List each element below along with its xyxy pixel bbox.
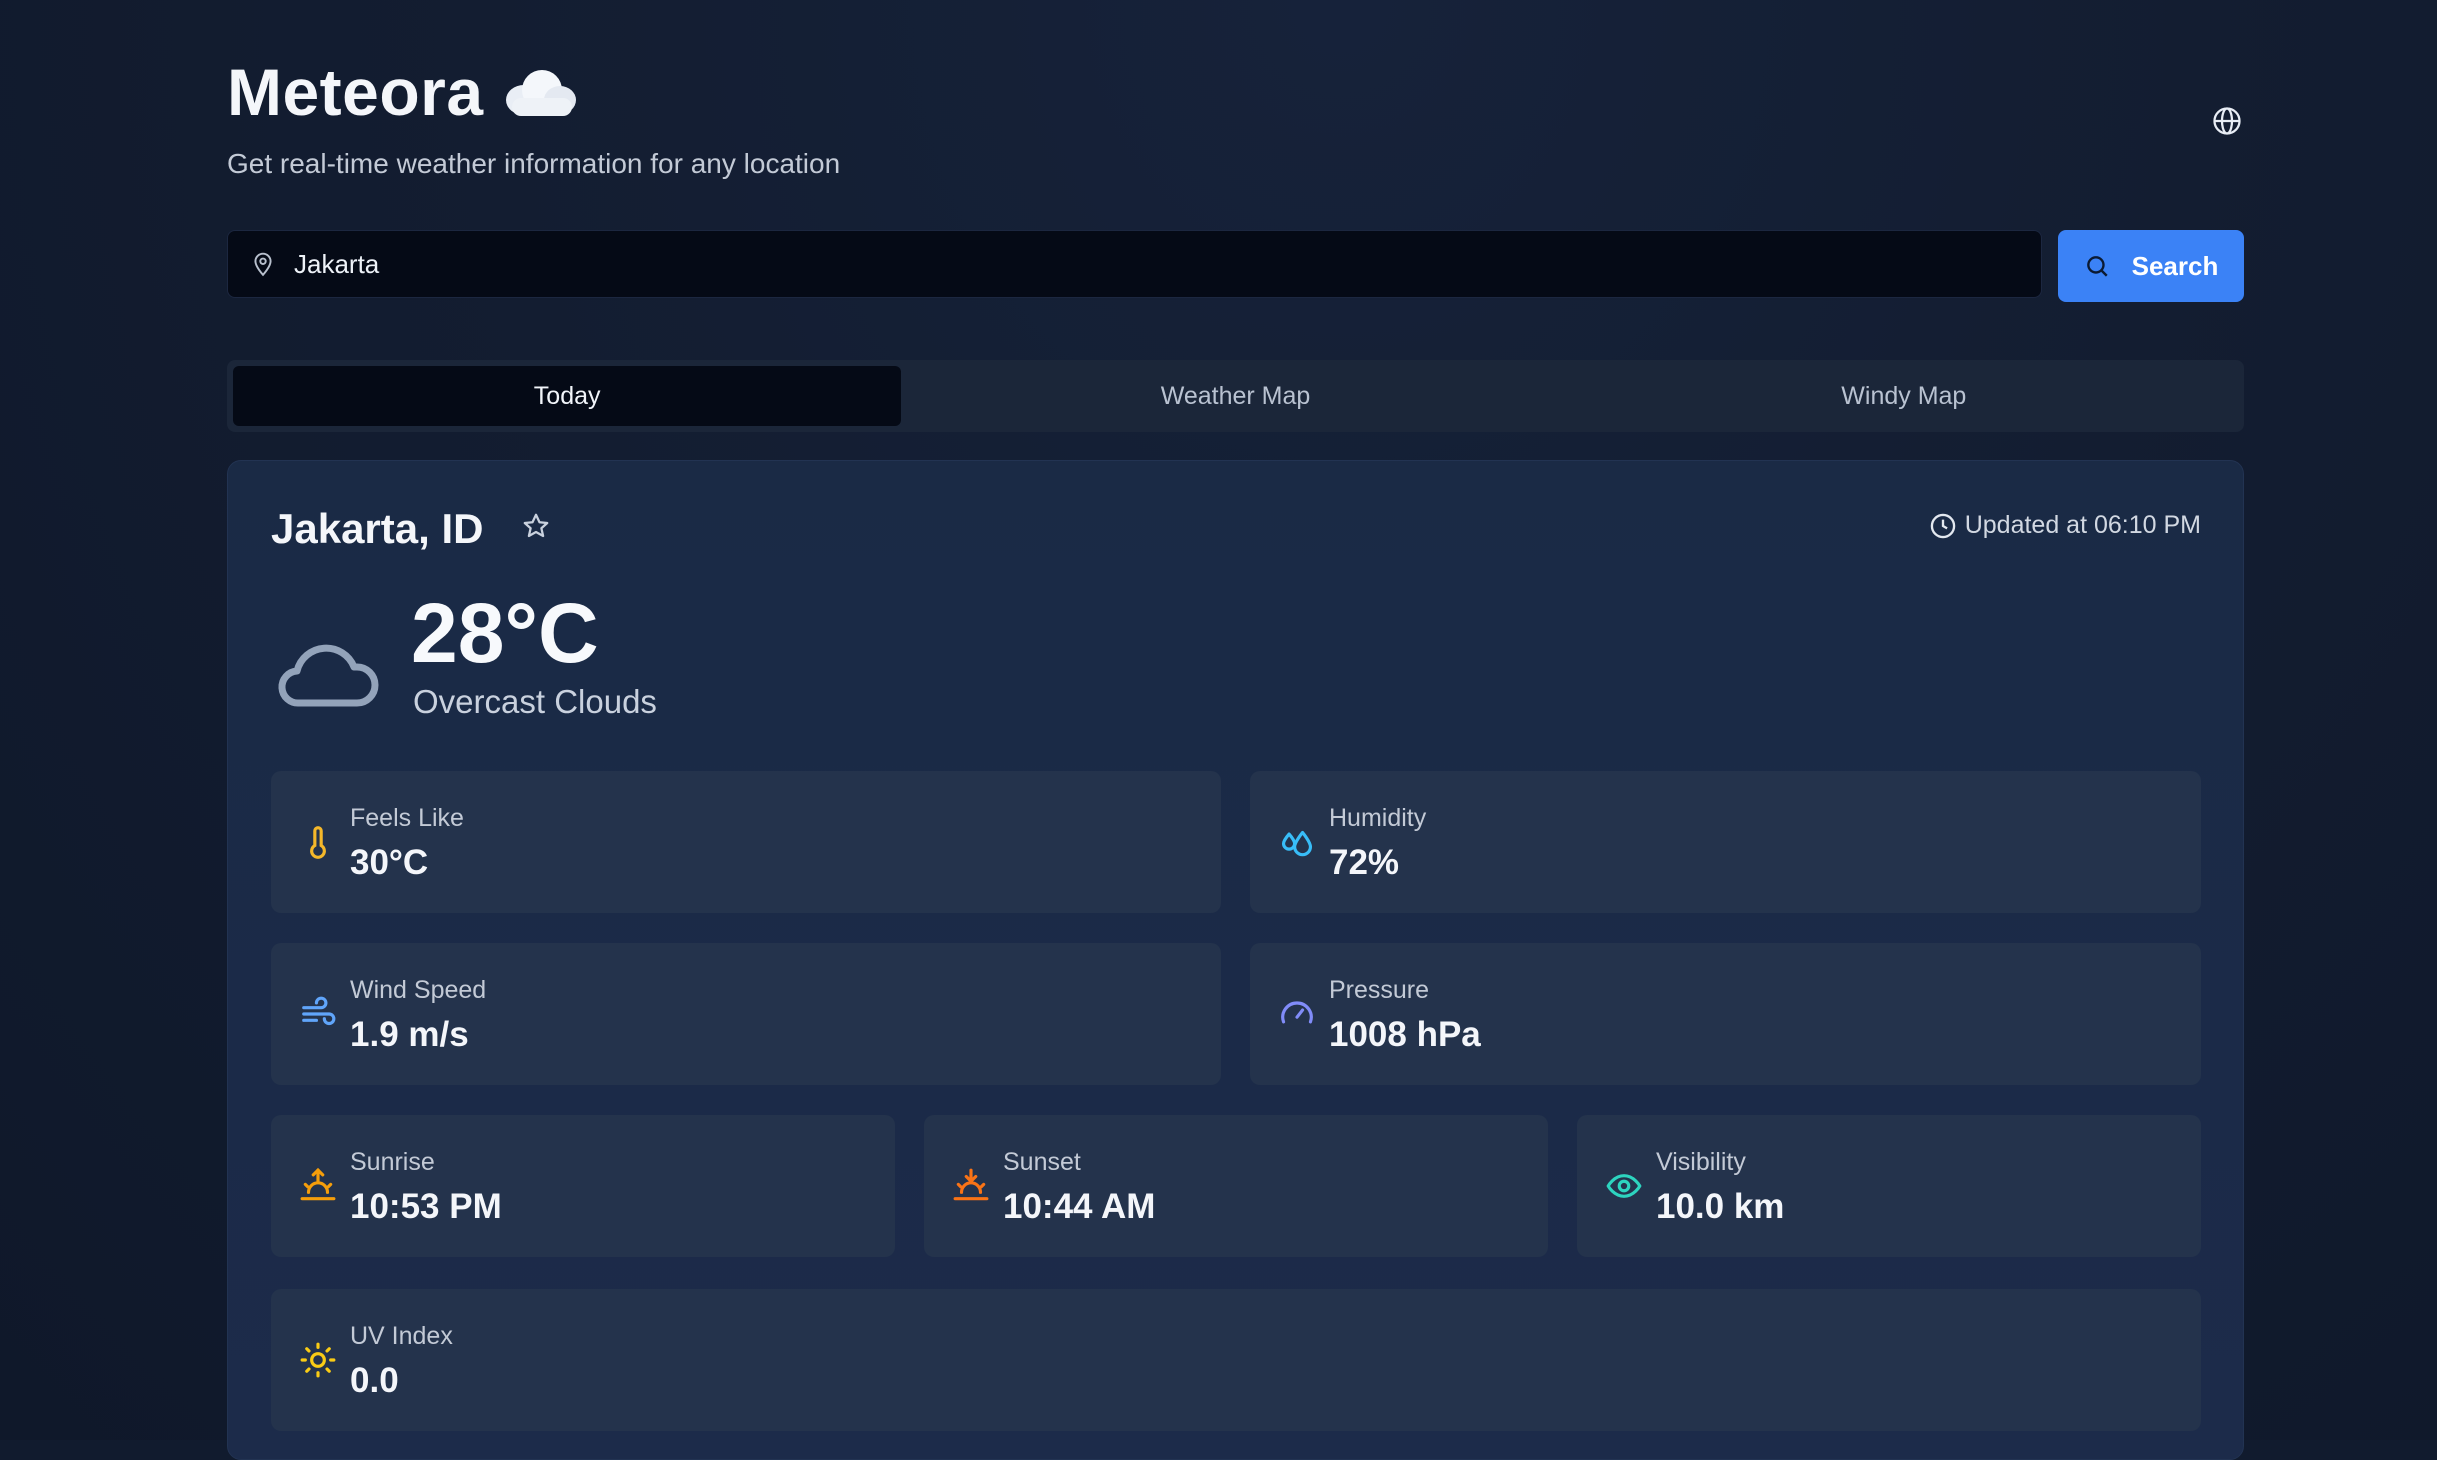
stat-label: Sunrise xyxy=(350,1148,435,1176)
search-button-label: Search xyxy=(2131,250,2219,281)
droplets-icon xyxy=(1281,830,1313,857)
city-name: Jakarta, ID xyxy=(271,505,484,552)
tab-windy-map[interactable]: Windy Map xyxy=(1570,366,2238,426)
star-icon xyxy=(523,513,549,538)
stat-label: Humidity xyxy=(1329,804,1427,832)
subtitle: Get real-time weather information for an… xyxy=(227,148,841,179)
globe-icon xyxy=(2213,107,2241,135)
stat-label: Feels Like xyxy=(350,804,464,832)
stat-value: 1008 hPa xyxy=(1329,1015,1481,1054)
stat-value: 10:44 AM xyxy=(1003,1187,1156,1226)
current-conditions: 28°C Overcast Clouds xyxy=(271,591,1171,731)
stat-humidity: Humidity 72% xyxy=(1250,771,2201,913)
eye-icon xyxy=(1606,1174,1642,1198)
clock-icon xyxy=(1930,513,1955,538)
favorite-button[interactable] xyxy=(521,511,555,545)
search-input[interactable] xyxy=(292,247,1908,281)
search-field[interactable] xyxy=(227,230,2042,298)
tab-weather-map[interactable]: Weather Map xyxy=(901,366,1569,426)
stat-value: 72% xyxy=(1329,843,1400,882)
wind-icon xyxy=(302,996,336,1026)
tab-bar: Today Weather Map Windy Map xyxy=(227,360,2244,432)
stat-label: Pressure xyxy=(1329,976,1430,1004)
map-pin-icon xyxy=(254,252,272,277)
header: Meteora Get real-time weather informatio… xyxy=(227,0,2244,200)
sunrise-icon xyxy=(300,1167,336,1201)
stat-label: Visibility xyxy=(1656,1148,1746,1176)
stat-uv-index: UV Index 0.0 xyxy=(271,1289,2201,1431)
search-icon xyxy=(2086,256,2108,277)
app-container: Meteora Get real-time weather informatio… xyxy=(227,0,2244,1460)
cloud-icon xyxy=(505,70,576,116)
stat-sunrise: Sunrise 10:53 PM xyxy=(271,1115,895,1257)
language-button[interactable] xyxy=(2210,104,2244,138)
stat-value: 30°C xyxy=(350,843,429,882)
sun-icon xyxy=(300,1342,336,1378)
stat-sunset: Sunset 10:44 AM xyxy=(924,1115,1548,1257)
stat-label: UV Index xyxy=(350,1322,453,1350)
sunset-icon xyxy=(953,1168,989,1201)
weather-card: Jakarta, ID Updated at 06:10 PM 28°C Ove… xyxy=(227,460,2244,1460)
search-row: Search xyxy=(227,230,2244,302)
stat-value: 0.0 xyxy=(350,1361,399,1400)
stat-value: 10:53 PM xyxy=(350,1187,502,1226)
updated-time: Updated at 06:10 PM xyxy=(1929,511,2201,540)
weather-description: Overcast Clouds xyxy=(413,683,657,720)
stat-feels-like: Feels Like 30°C xyxy=(271,771,1221,913)
tab-today[interactable]: Today xyxy=(233,366,902,426)
overcast-cloud-icon xyxy=(278,644,379,707)
card-header: Jakarta, ID Updated at 06:10 PM xyxy=(271,505,2201,561)
thermometer-icon xyxy=(310,826,326,859)
stat-label: Wind Speed xyxy=(350,976,487,1004)
app-title: Meteora xyxy=(227,55,484,129)
stat-pressure: Pressure 1008 hPa xyxy=(1250,943,2201,1085)
temperature: 28°C xyxy=(411,586,599,680)
title-row: Meteora xyxy=(227,54,578,130)
stat-visibility: Visibility 10.0 km xyxy=(1577,1115,2201,1257)
updated-label: Updated at 06:10 PM xyxy=(1964,511,2201,539)
stat-label: Sunset xyxy=(1003,1148,1081,1176)
gauge-icon xyxy=(1281,1001,1313,1024)
stat-value: 10.0 km xyxy=(1656,1187,1785,1226)
stat-value: 1.9 m/s xyxy=(350,1015,469,1054)
search-button[interactable]: Search xyxy=(2058,230,2244,302)
stat-wind-speed: Wind Speed 1.9 m/s xyxy=(271,943,1221,1085)
